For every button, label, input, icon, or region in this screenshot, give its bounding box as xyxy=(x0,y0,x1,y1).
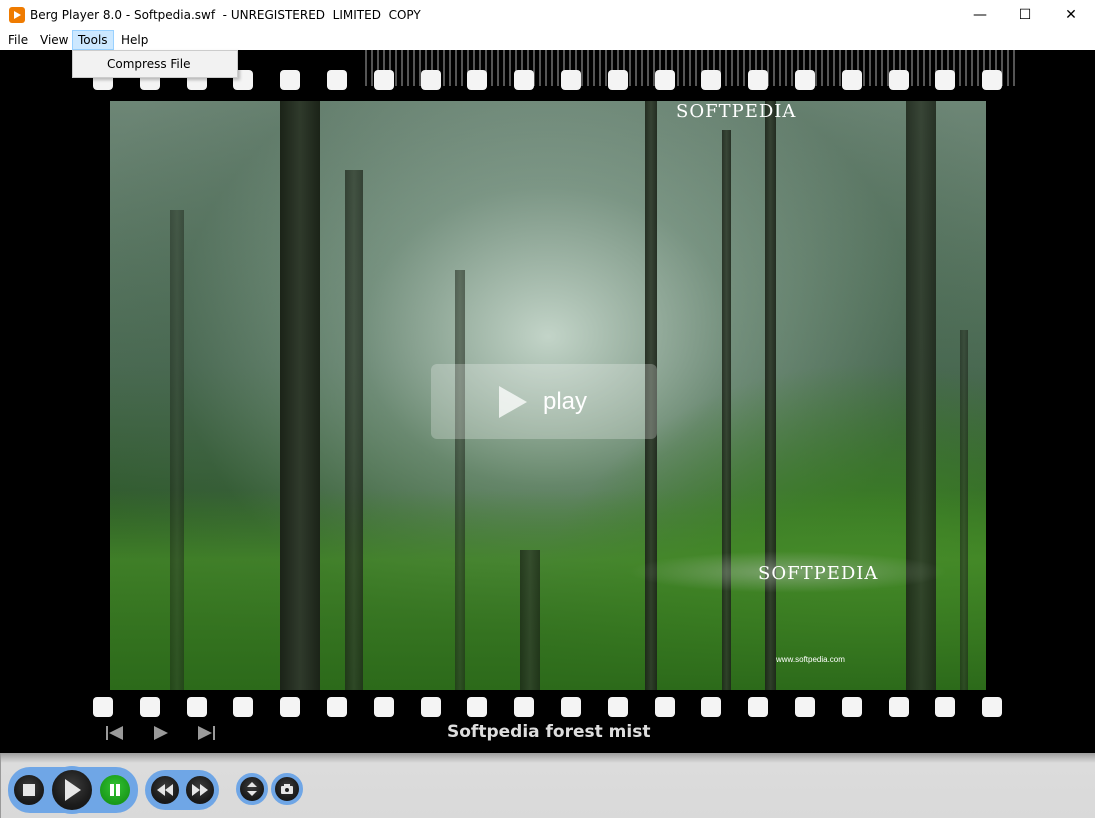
watermark-logo-bottom: SOFTPEDIA xyxy=(758,563,879,584)
film-sprocket-hole xyxy=(654,70,675,90)
fast-forward-button[interactable] xyxy=(182,772,218,808)
film-sprocket-hole xyxy=(467,70,488,90)
film-sprocket-hole xyxy=(935,70,956,90)
fit-size-icon xyxy=(247,782,257,796)
film-sprocket-hole xyxy=(701,697,722,717)
menu-tools[interactable]: Tools xyxy=(72,30,114,50)
app-icon xyxy=(9,7,25,23)
play-icon xyxy=(65,779,81,801)
film-sprocket-hole xyxy=(186,697,207,717)
next-slide-icon[interactable] xyxy=(195,725,217,741)
watermark-url: www.softpedia.com xyxy=(776,655,845,664)
film-sprocket-hole xyxy=(795,70,815,90)
stop-button[interactable] xyxy=(10,771,48,809)
title-bar: Berg Player 8.0 - Softpedia.swf - UNREGI… xyxy=(0,0,1095,30)
play-overlay-button[interactable]: play xyxy=(431,364,657,439)
film-sprocket-hole xyxy=(327,70,347,90)
fit-size-button[interactable] xyxy=(236,773,268,805)
film-holes-bottom xyxy=(93,697,1005,717)
film-sprocket-hole xyxy=(467,697,488,717)
menu-view[interactable]: View xyxy=(35,31,73,49)
fast-forward-icon xyxy=(192,784,208,796)
film-sprocket-hole xyxy=(607,70,628,90)
rewind-icon xyxy=(157,784,173,796)
film-sprocket-hole xyxy=(233,697,254,717)
menu-item-compress-file[interactable]: Compress File xyxy=(107,57,190,71)
film-sprocket-hole xyxy=(888,70,909,90)
film-sprocket-hole xyxy=(748,70,769,90)
film-sprocket-hole xyxy=(139,697,160,717)
film-sprocket-hole xyxy=(841,697,862,717)
film-sprocket-hole xyxy=(982,697,1003,717)
close-button[interactable]: ✕ xyxy=(1048,0,1094,30)
film-sprocket-hole xyxy=(280,697,301,717)
play-button[interactable] xyxy=(48,766,96,814)
film-sprocket-hole xyxy=(935,697,956,717)
film-sprocket-hole xyxy=(701,70,722,90)
play-label: play xyxy=(543,388,588,415)
film-sprocket-hole xyxy=(327,697,347,717)
film-sprocket-hole xyxy=(607,697,628,717)
film-sprocket-hole xyxy=(982,70,1003,90)
player-viewport[interactable]: SOFTPEDIA SOFTPEDIA www.softpedia.com pl… xyxy=(0,50,1095,753)
film-sprocket-hole xyxy=(93,697,113,717)
film-sprocket-hole xyxy=(514,70,535,90)
menu-bar: File View Tools Help xyxy=(0,30,1095,50)
film-sprocket-hole xyxy=(373,697,394,717)
window-title: Berg Player 8.0 - Softpedia.swf - UNREGI… xyxy=(30,8,421,22)
film-sprocket-hole xyxy=(514,697,535,717)
menu-help[interactable]: Help xyxy=(116,31,153,49)
previous-slide-icon[interactable] xyxy=(105,725,127,741)
rewind-button[interactable] xyxy=(147,772,183,808)
minimize-button[interactable]: — xyxy=(957,0,1003,30)
menu-file[interactable]: File xyxy=(3,31,33,49)
play-icon xyxy=(499,386,527,418)
film-sprocket-hole xyxy=(561,70,581,90)
snapshot-button[interactable] xyxy=(271,773,303,805)
film-sprocket-hole xyxy=(561,697,581,717)
maximize-button[interactable]: ☐ xyxy=(1002,0,1048,30)
play-slide-icon[interactable] xyxy=(150,725,172,741)
slide-caption: Softpedia forest mist xyxy=(447,722,651,742)
tools-dropdown-menu: Compress File xyxy=(72,50,238,78)
film-sprocket-hole xyxy=(373,70,394,90)
film-sprocket-hole xyxy=(841,70,862,90)
film-sprocket-hole xyxy=(654,697,675,717)
film-sprocket-hole xyxy=(888,697,909,717)
film-sprocket-hole xyxy=(420,70,441,90)
film-sprocket-hole xyxy=(748,697,769,717)
watermark-logo-top: SOFTPEDIA xyxy=(676,101,797,122)
film-sprocket-hole xyxy=(795,697,815,717)
control-bar xyxy=(0,753,1095,818)
snapshot-icon xyxy=(281,784,293,794)
stop-icon xyxy=(23,784,35,796)
film-sprocket-hole xyxy=(420,697,441,717)
film-sprocket-hole xyxy=(280,70,301,90)
pause-button[interactable] xyxy=(96,771,134,809)
pause-icon xyxy=(110,784,120,796)
